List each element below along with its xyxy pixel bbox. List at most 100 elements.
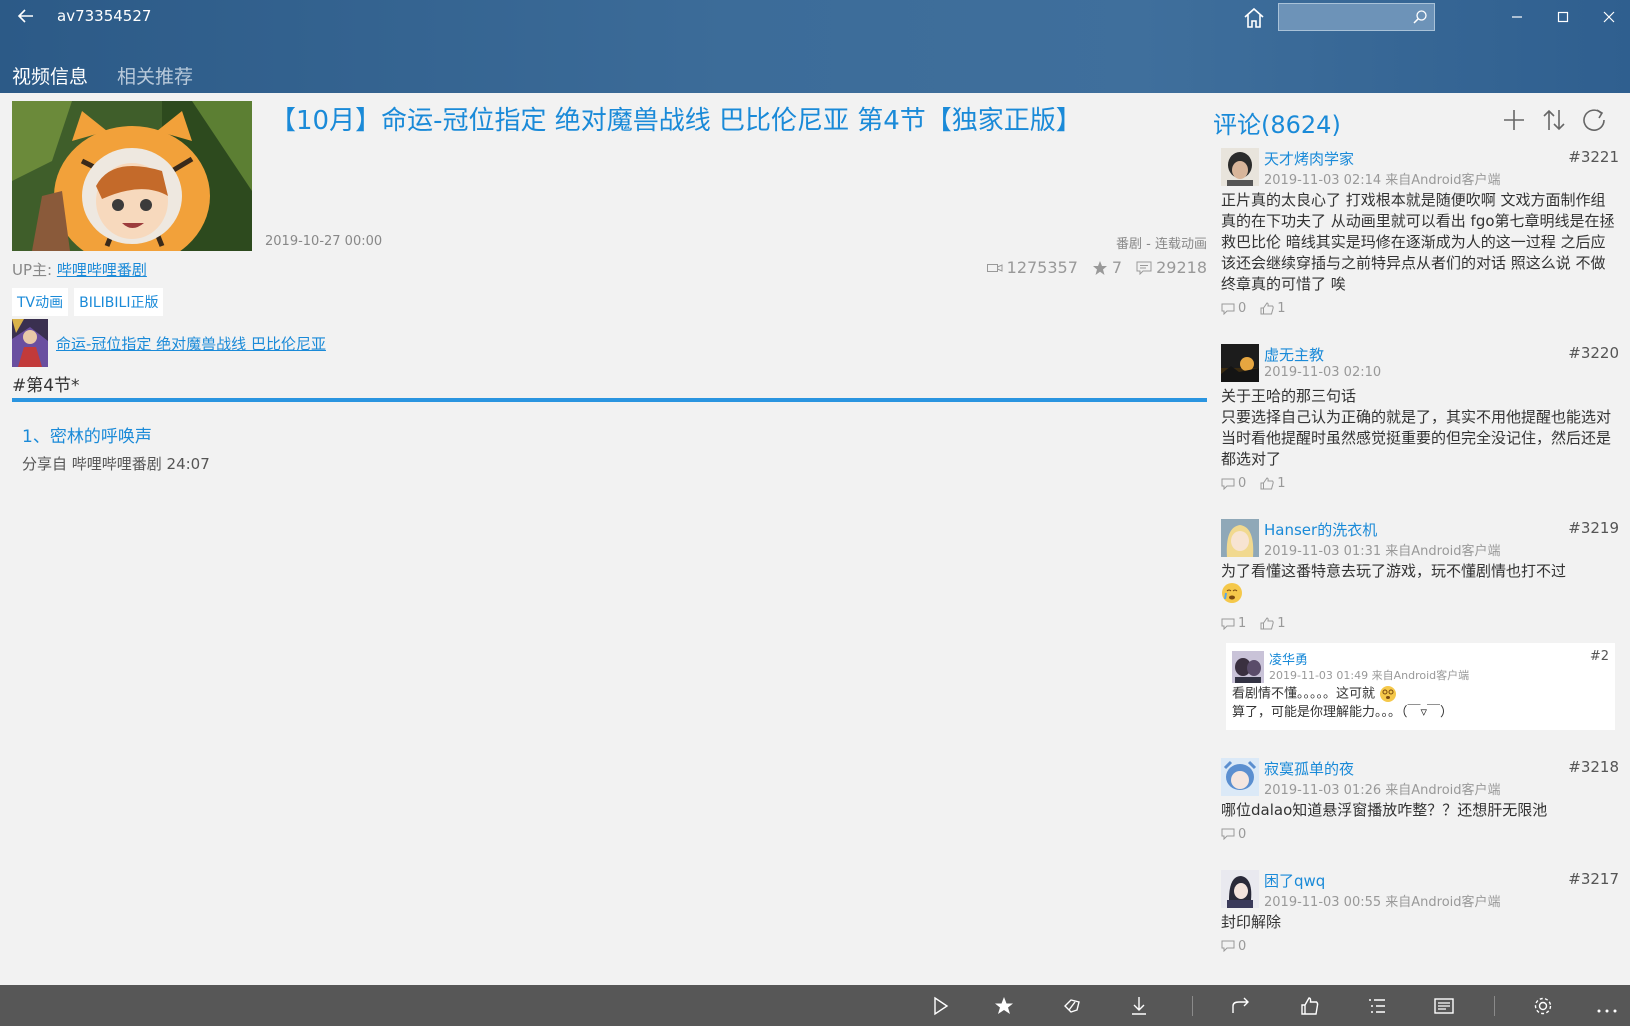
search-box[interactable] [1278,3,1435,31]
search-icon[interactable] [1412,9,1428,25]
reply-button[interactable]: 1 [1221,616,1246,631]
home-button[interactable] [1240,4,1268,32]
reply-text-line2: 算了，可能是你理解能力。。。（￣▿￣） [1232,704,1454,720]
comment-text-body: 为了看懂这番特意去玩了游戏，玩不懂剧情也打不过 [1221,562,1567,580]
part-title[interactable]: 1、密林的呼唤声 [22,422,152,447]
like-button[interactable]: 1 [1260,476,1286,491]
minimize-button[interactable] [1497,4,1537,30]
reply-item: 凌华勇 #2 2019-11-03 01:49 来自Android客户端 看剧情… [1226,643,1615,730]
like-button[interactable]: 1 [1260,301,1286,316]
uploader-label: UP主: [12,261,53,279]
comment-text: 为了看懂这番特意去玩了游戏，玩不懂剧情也打不过 [1221,561,1619,610]
tag-tv-anime[interactable]: TV动画 [12,288,69,316]
reply-button[interactable]: 0 [1221,476,1246,491]
add-icon[interactable] [1499,105,1529,135]
comment-actions: 0 1 [1221,301,1619,316]
share-icon[interactable] [1226,991,1256,1021]
comment-floor: #3219 [1568,519,1619,537]
danmaku-icon[interactable] [1429,991,1459,1021]
comments-panel: 评论(8624) 天才烤肉学家 #3221 2019-11-03 02:14 来… [1213,93,1630,985]
playlist-icon[interactable] [1362,991,1392,1021]
danmaku-count: 29218 [1136,258,1207,277]
avatar[interactable] [1232,651,1264,683]
main-content: 【10月】命运-冠位指定 绝对魔兽战线 巴比伦尼亚 第4节【独家正版】 2019… [0,93,1630,985]
home-icon [1244,7,1264,28]
video-stats: 1275357 7 29218 [986,258,1207,277]
comment-username[interactable]: Hanser的洗衣机 [1264,519,1377,540]
download-icon[interactable] [1124,991,1154,1021]
sort-icon[interactable] [1539,105,1569,135]
video-title: 【10月】命运-冠位指定 绝对魔兽战线 巴比伦尼亚 第4节【独家正版】 [270,106,1082,136]
avatar[interactable] [1221,519,1259,557]
close-button[interactable] [1589,4,1629,30]
coin-icon[interactable] [1057,991,1087,1021]
thumbs-up-icon [1260,477,1274,490]
view-count: 1275357 [986,258,1078,277]
tab-related[interactable]: 相关推荐 [117,62,193,89]
reply-button[interactable]: 0 [1221,939,1246,954]
comment-username[interactable]: 天才烤肉学家 [1264,148,1354,169]
window-title: av73354527 [57,7,152,25]
dizzy-emoji-icon [1380,686,1397,702]
favorite-count-value: 7 [1111,258,1123,277]
comment-floor: #3217 [1568,869,1619,888]
comment-actions: 0 [1221,939,1619,954]
play-icon[interactable] [925,991,955,1021]
appbar-separator [1494,996,1495,1016]
reply-floor: #2 [1589,649,1609,664]
reply-username[interactable]: 凌华勇 [1269,649,1308,668]
uploader-link[interactable]: 哔哩哔哩番剧 [57,261,147,279]
comment-item: 虚无主教 #3220 2019-11-03 02:10 关于王哈的那三句话 只要… [1221,342,1619,491]
more-icon[interactable] [1592,991,1622,1021]
like-count: 1 [1277,301,1286,316]
comment-text: 封印解除 [1221,912,1282,931]
reply-meta: 2019-11-03 01:49 来自Android客户端 [1269,669,1470,682]
close-icon [1603,11,1615,23]
comment-username[interactable]: 困了qwq [1264,870,1325,891]
settings-icon[interactable] [1528,991,1558,1021]
search-input[interactable] [1283,7,1407,29]
section-divider [12,398,1207,402]
uploader-line: UP主: 哔哩哔哩番剧 [12,259,147,280]
refresh-icon[interactable] [1579,105,1609,135]
comment-floor: #3220 [1568,344,1619,362]
back-arrow-icon [17,9,33,23]
tab-video-info[interactable]: 视频信息 [12,62,88,89]
comment-username[interactable]: 虚无主教 [1264,344,1324,365]
avatar[interactable] [1221,757,1259,796]
avatar[interactable] [1221,869,1259,908]
comment-actions: 0 [1221,827,1619,842]
tag-list: TV动画 BILIBILI正版 [12,288,164,316]
tag-bilibili-official[interactable]: BILIBILI正版 [74,288,164,316]
comment-list: 天才烤肉学家 #3221 2019-11-03 02:14 来自Android客… [1221,146,1619,980]
favorite-star-icon[interactable] [989,991,1019,1021]
bangumi-entry[interactable]: 命运-冠位指定 绝对魔兽战线 巴比伦尼亚 [12,319,326,367]
back-button[interactable] [14,4,38,28]
avatar[interactable] [1221,344,1259,382]
comment-meta: 2019-11-03 02:14 来自Android客户端 [1264,173,1501,188]
comment-username[interactable]: 寂寞孤单的夜 [1264,758,1354,779]
reply-count: 0 [1238,826,1247,842]
comment-text: 关于王哈的那三句话 只要选择自己认为正确的就是了，其实不用他提醒也能选对 当时看… [1221,387,1612,468]
reply-icon [1221,303,1235,315]
comment-text: 哪位dalao知道悬浮窗播放咋整？？还想肝无限池 [1221,800,1548,819]
reply-button[interactable]: 0 [1221,301,1246,316]
avatar[interactable] [1221,148,1259,186]
maximize-button[interactable] [1543,4,1583,30]
star-icon [1092,260,1107,275]
video-thumbnail[interactable] [12,101,252,251]
reply-icon [1221,940,1235,952]
bangumi-link[interactable]: 命运-冠位指定 绝对魔兽战线 巴比伦尼亚 [56,333,326,354]
like-icon[interactable] [1295,991,1325,1021]
favorite-count: 7 [1092,258,1122,277]
video-category: 番剧 - 连载动画 [1116,237,1207,252]
reply-button[interactable]: 0 [1221,827,1246,842]
bangumi-cover[interactable] [12,319,48,367]
publish-date: 2019-10-27 00:00 [265,234,383,249]
comment-item: Hanser的洗衣机 #3219 2019-11-03 01:31 来自Andr… [1221,517,1619,730]
part-info: 分享自 哔哩哔哩番剧 24:07 [22,455,210,473]
like-button[interactable]: 1 [1260,616,1286,631]
reply-icon [1221,618,1235,630]
comment-item: 寂寞孤单的夜 #3218 2019-11-03 01:26 来自Android客… [1221,756,1619,842]
reply-count: 0 [1238,301,1247,316]
